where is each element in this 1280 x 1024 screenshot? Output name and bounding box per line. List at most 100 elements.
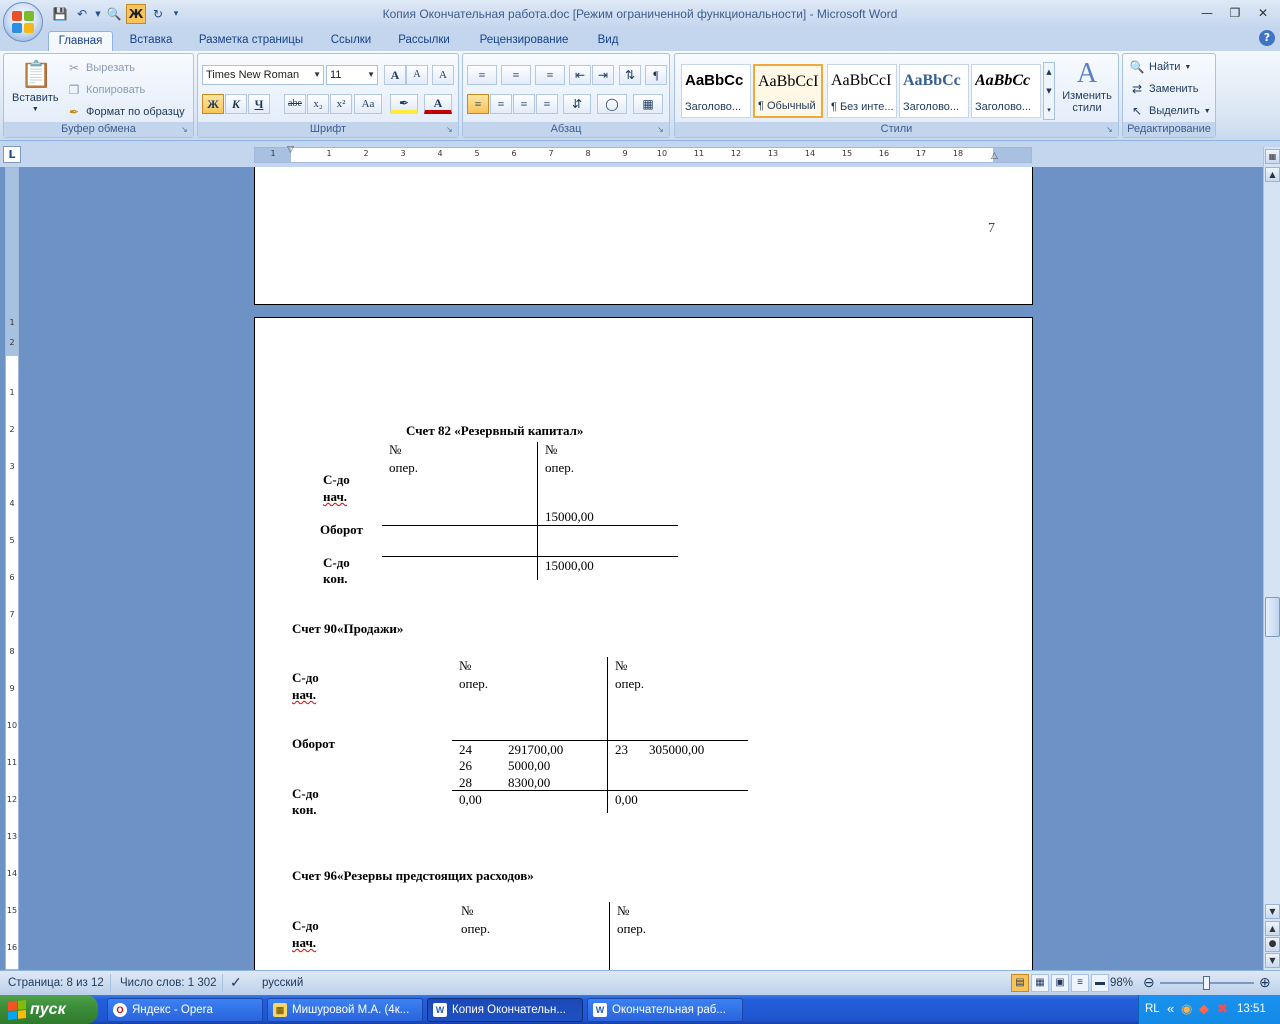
previous-page-icon[interactable]: ▲ — [1265, 921, 1280, 936]
replace-button[interactable]: ⇄ Заменить — [1129, 81, 1198, 97]
font-size-combo[interactable]: 11 ▼ — [326, 65, 378, 85]
status-words[interactable]: Число слов: 1 302 — [120, 977, 217, 989]
scroll-down-icon[interactable]: ▼ — [1265, 904, 1280, 919]
subscript-button[interactable]: x₂ — [307, 94, 329, 114]
print-layout-view-icon[interactable]: ▤ — [1011, 974, 1029, 992]
tab-view[interactable]: Вид — [588, 31, 628, 51]
paragraph-launcher-icon[interactable]: ↘ — [657, 125, 667, 135]
borders-button[interactable]: ▦ — [633, 94, 663, 114]
align-right-button[interactable]: ≡ — [513, 94, 535, 114]
spelling-check-icon[interactable]: ✓ — [230, 974, 242, 991]
style-heading1[interactable]: AaBbCc Заголово... — [681, 64, 751, 118]
tab-review[interactable]: Рецензирование — [468, 31, 580, 51]
account90-sdo-kon-2: кон. — [292, 802, 317, 817]
sort-button[interactable]: ⇅ — [619, 65, 641, 85]
cursor-icon: ↖ — [1131, 104, 1143, 118]
tray-app-icon[interactable]: ◉ — [1181, 1001, 1192, 1017]
scroll-up-icon[interactable]: ▲ — [1265, 167, 1280, 182]
tray-network-icon[interactable]: ◆ — [1199, 1001, 1209, 1017]
zoom-out-icon[interactable]: ⊖ — [1143, 974, 1155, 991]
minimize-icon[interactable]: — — [1194, 4, 1220, 22]
paste-button[interactable]: 📋 Вставить ▼ — [12, 58, 59, 113]
input-language[interactable]: RL — [1145, 1003, 1160, 1015]
underline-button[interactable]: Ч — [248, 94, 270, 114]
increase-indent-button[interactable]: ⇥ — [592, 65, 614, 85]
clock[interactable]: 13:51 — [1237, 1003, 1266, 1015]
grow-font-button[interactable]: A — [384, 65, 406, 85]
outline-view-icon[interactable]: ≡ — [1071, 974, 1089, 992]
style-heading2[interactable]: AaBbCc Заголово... — [899, 64, 969, 118]
font-color-button[interactable]: A — [424, 94, 452, 114]
styles-launcher-icon[interactable]: ↘ — [1106, 125, 1116, 135]
italic-button[interactable]: К — [225, 94, 247, 114]
tab-selector[interactable]: L — [3, 146, 21, 163]
align-center-button[interactable]: ≡ — [490, 94, 512, 114]
horizontal-ruler[interactable]: 1 1 2 3 4 5 6 7 8 9 10 11 12 13 14 15 16… — [254, 145, 1032, 163]
task-word-final[interactable]: W Окончательная раб... — [587, 998, 743, 1022]
bold-button[interactable]: Ж — [202, 94, 224, 114]
tab-page-layout[interactable]: Разметка страницы — [190, 31, 312, 51]
status-language[interactable]: русский — [262, 977, 303, 989]
scroll-thumb[interactable] — [1265, 597, 1280, 637]
status-page[interactable]: Страница: 8 из 12 — [8, 977, 104, 989]
close-icon[interactable]: ✕ — [1250, 4, 1276, 22]
decrease-indent-button[interactable]: ⇤ — [569, 65, 591, 85]
justify-button[interactable]: ≡ — [536, 94, 558, 114]
shading-button[interactable]: ◯ — [597, 94, 627, 114]
task-opera[interactable]: O Яндекс - Opera — [107, 998, 263, 1022]
change-case-button[interactable]: Aa — [354, 94, 382, 114]
change-styles-button[interactable]: A Изменить стили — [1057, 58, 1117, 114]
align-left-button[interactable]: ≡ — [467, 94, 489, 114]
strikethrough-button[interactable]: abe — [284, 94, 306, 114]
zoom-slider-thumb[interactable] — [1203, 976, 1210, 990]
style-no-spacing[interactable]: AaBbCcI ¶ Без инте... — [827, 64, 897, 118]
tab-home[interactable]: Главная — [48, 31, 113, 51]
first-line-indent-marker[interactable]: ▽ — [287, 145, 294, 155]
superscript-button[interactable]: x² — [330, 94, 352, 114]
vertical-scrollbar[interactable]: ▦ ▲ ▼ ▲ ● ▼ — [1263, 147, 1280, 970]
account90-debit-oper: опер. — [459, 676, 488, 691]
highlight-button[interactable]: ✒ — [390, 94, 418, 114]
copy-button[interactable]: ❐ Копировать — [66, 82, 146, 98]
tray-alert-icon[interactable]: ✖ — [1217, 1001, 1228, 1017]
zoom-in-icon[interactable]: ⊕ — [1259, 974, 1271, 991]
next-page-icon[interactable]: ▼ — [1265, 953, 1280, 968]
line-spacing-button[interactable]: ⇵ — [563, 94, 591, 114]
format-painter-button[interactable]: ✒ Формат по образцу — [66, 104, 185, 120]
office-button[interactable] — [3, 2, 43, 42]
select-button[interactable]: ↖ Выделить ▼ — [1129, 103, 1211, 119]
numbering-button[interactable]: ≡ — [501, 65, 531, 85]
font-name-combo[interactable]: Times New Roman ▼ — [202, 65, 324, 85]
tab-mailings[interactable]: Рассылки — [390, 31, 458, 51]
styles-scroll[interactable]: ▲ ▼ ▾ — [1043, 62, 1055, 120]
clear-format-button[interactable]: A — [432, 65, 454, 85]
find-button[interactable]: 🔍 Найти ▼ — [1129, 59, 1192, 75]
bullets-button[interactable]: ≡ — [467, 65, 497, 85]
tab-insert[interactable]: Вставка — [120, 31, 182, 51]
style-normal[interactable]: AaBbCcI ¶ Обычный — [753, 64, 823, 118]
account90-oborot: Оборот — [292, 736, 335, 751]
task-folder[interactable]: ▦ Мишуровой М.А. (4к... — [267, 998, 423, 1022]
right-indent-marker[interactable]: △ — [991, 151, 998, 161]
help-icon[interactable]: ? — [1259, 30, 1275, 46]
ruler-toggle-icon[interactable]: ▦ — [1265, 149, 1280, 164]
tray-arrow-icon[interactable]: « — [1167, 1001, 1174, 1016]
restore-icon[interactable]: ❐ — [1222, 4, 1248, 22]
shrink-font-button[interactable]: A — [406, 65, 428, 85]
show-marks-button[interactable]: ¶ — [645, 65, 667, 85]
multilevel-list-button[interactable]: ≡ — [535, 65, 565, 85]
start-button[interactable]: пуск — [0, 995, 98, 1024]
document-area[interactable]: 7 Счет 82 «Резервный капитал» № опер. № … — [22, 167, 1262, 970]
draft-view-icon[interactable]: ▬ — [1091, 974, 1109, 992]
vertical-ruler[interactable]: 1 2 1 2 3 4 5 6 7 8 9 10 11 12 13 14 15 … — [5, 167, 19, 970]
style-heading3[interactable]: AaBbCc Заголово... — [971, 64, 1041, 118]
cut-button[interactable]: ✂ Вырезать — [66, 60, 135, 76]
web-layout-icon[interactable]: ▣ — [1051, 974, 1069, 992]
task-word-copy[interactable]: W Копия Окончательн... — [427, 998, 583, 1022]
clipboard-launcher-icon[interactable]: ↘ — [181, 125, 191, 135]
browse-object-icon[interactable]: ● — [1265, 937, 1280, 952]
zoom-level[interactable]: 98% — [1110, 977, 1133, 989]
font-launcher-icon[interactable]: ↘ — [446, 125, 456, 135]
tab-references[interactable]: Ссылки — [322, 31, 380, 51]
full-screen-reading-icon[interactable]: ▦ — [1031, 974, 1049, 992]
